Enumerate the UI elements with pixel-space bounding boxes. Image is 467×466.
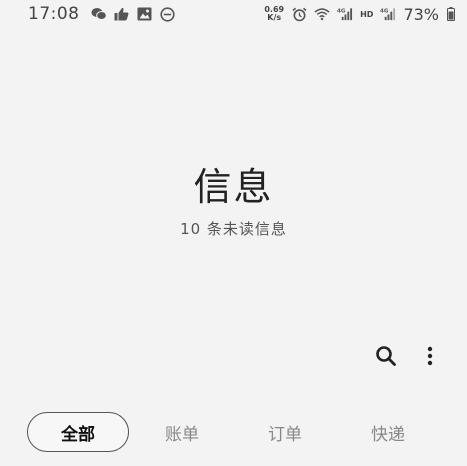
network-speed: 0.69 K/s: [264, 6, 284, 22]
category-tabs: 全部 账单 订单 快递: [0, 412, 467, 456]
status-bar-left: 17:08: [28, 4, 176, 24]
status-bar-right: 0.69 K/s 4G HD 4G 73%: [264, 5, 455, 24]
search-button[interactable]: [372, 342, 400, 370]
status-bar: 17:08 0.69 K/s 4G HD 4G 73%: [0, 0, 467, 28]
header: 信息 10 条未读信息: [0, 162, 467, 239]
status-time: 17:08: [28, 4, 80, 24]
alarm-icon: [291, 6, 307, 22]
battery-percent: 73%: [403, 4, 439, 24]
gallery-icon: [137, 6, 153, 22]
tab-all[interactable]: 全部: [27, 412, 129, 452]
do-not-disturb-icon: [160, 6, 176, 22]
page-title: 信息: [193, 165, 274, 209]
svg-text:4G: 4G: [380, 9, 389, 15]
network-speed-unit: K/s: [267, 13, 282, 22]
wifi-icon: [314, 6, 330, 22]
more-options-button[interactable]: [418, 342, 442, 370]
signal-4g-icon-2: 4G: [380, 6, 396, 22]
messages-screen: 17:08 0.69 K/s 4G HD 4G 73% 信息 10 条未读信息 …: [0, 0, 467, 466]
hd-voice-label: HD: [360, 9, 374, 19]
search-icon: [376, 346, 396, 366]
tab-bills[interactable]: 账单: [150, 412, 214, 452]
thumbs-up-icon: [114, 6, 130, 22]
more-vertical-icon: [427, 346, 433, 366]
battery-icon: [446, 6, 455, 22]
signal-4g-icon: 4G: [337, 6, 353, 22]
svg-text:4G: 4G: [337, 9, 346, 15]
tab-orders[interactable]: 订单: [253, 412, 317, 452]
tab-delivery[interactable]: 快递: [356, 412, 420, 452]
unread-count: 10 条未读信息: [180, 220, 287, 238]
wechat-icon: [91, 6, 107, 22]
